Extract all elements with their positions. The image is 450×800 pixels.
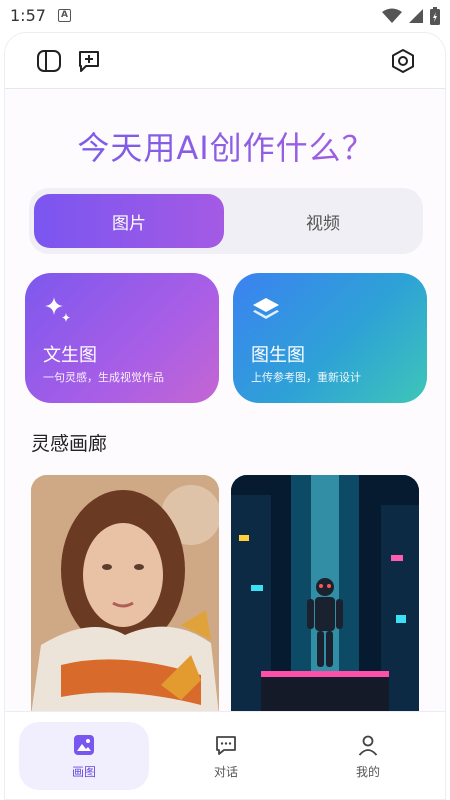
nav-profile[interactable]: 我的 <box>303 722 433 790</box>
card-subtitle: 一句灵感，生成视觉作品 <box>43 371 164 384</box>
app-frame: 今天用AI创作什么？ 图片 视频 文生图 一句灵感，生成视觉作品 图生图 上传参… <box>4 32 446 800</box>
user-icon <box>358 735 378 756</box>
portrait-illustration <box>31 475 219 715</box>
media-type-toggle: 图片 视频 <box>29 188 423 254</box>
new-chat-button[interactable] <box>75 47 103 75</box>
portrait-woman-scarf-image[interactable] <box>31 475 219 715</box>
bottom-nav: 画图 对话 我的 <box>5 711 445 799</box>
top-bar <box>5 33 445 89</box>
headline-text: 今天用AI创作什么？ <box>77 129 375 167</box>
card-title: 文生图 <box>43 345 97 366</box>
tab-image[interactable]: 图片 <box>34 194 224 248</box>
page-headline: 今天用AI创作什么？ <box>5 123 445 169</box>
status-time: 1:57 <box>10 6 46 25</box>
layers-icon <box>253 298 279 319</box>
nav-draw[interactable]: 画图 <box>19 722 149 790</box>
sidebar-toggle-icon <box>37 50 61 72</box>
image-icon <box>74 734 94 755</box>
signal-icon <box>409 9 423 23</box>
tab-video[interactable]: 视频 <box>228 194 418 248</box>
gallery-title: 灵感画廊 <box>31 433 108 455</box>
status-bar: 1:57 A <box>0 0 450 32</box>
card-title: 图生图 <box>251 345 305 366</box>
cyberpunk-robot-image[interactable] <box>231 475 419 715</box>
card-subtitle: 上传参考图，重新设计 <box>251 371 361 384</box>
nav-label: 对话 <box>213 764 238 779</box>
nav-chat[interactable]: 对话 <box>161 722 291 790</box>
nav-label: 我的 <box>355 764 380 779</box>
sidebar-toggle-button[interactable] <box>35 47 63 75</box>
settings-hex-icon <box>392 49 414 73</box>
status-icons <box>382 6 440 26</box>
new-chat-icon <box>79 51 99 72</box>
text-to-image-card[interactable]: 文生图 一句灵感，生成视觉作品 <box>25 273 219 403</box>
cyberpunk-illustration <box>231 475 419 715</box>
wifi-icon <box>382 8 402 23</box>
settings-button[interactable] <box>389 47 417 75</box>
battery-icon <box>430 7 440 25</box>
notification-icon: A <box>58 9 71 22</box>
nav-label: 画图 <box>71 764 96 779</box>
sparkle-icon <box>45 297 70 322</box>
image-to-image-card[interactable]: 图生图 上传参考图，重新设计 <box>233 273 427 403</box>
chat-icon <box>216 735 236 755</box>
